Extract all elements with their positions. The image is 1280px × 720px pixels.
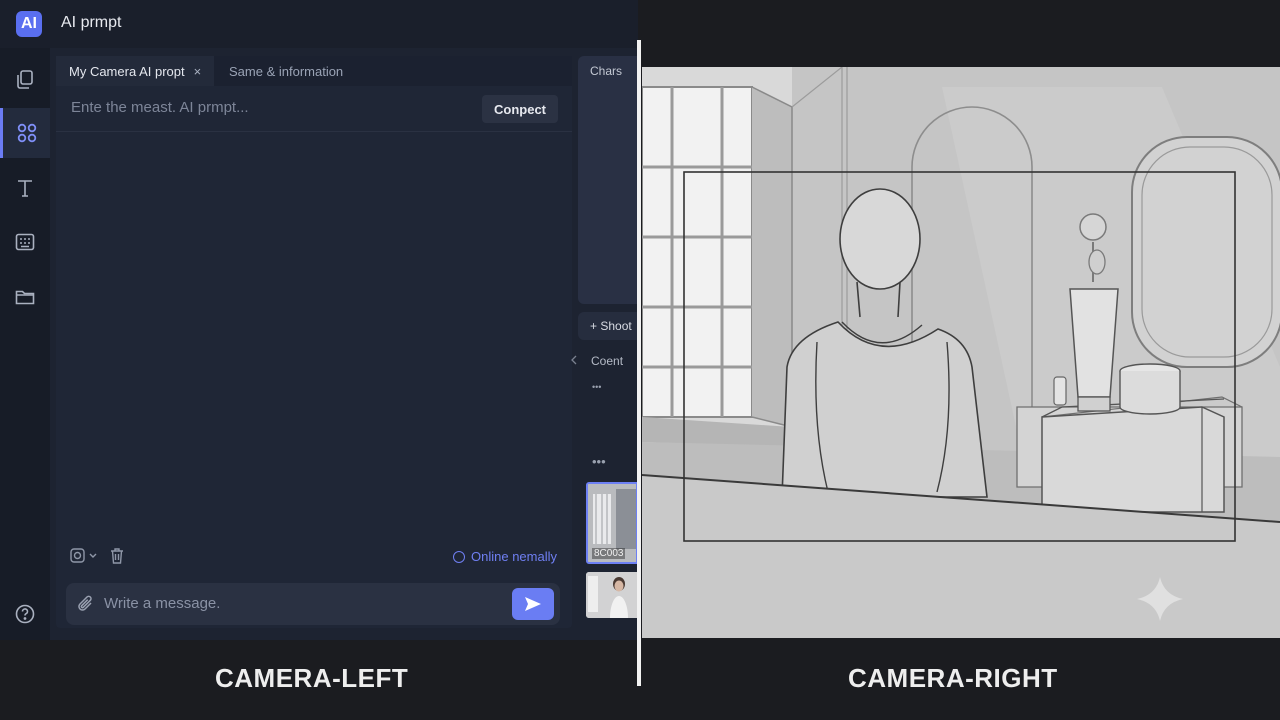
sidebar-item-copy[interactable] — [0, 54, 50, 104]
thumbnail-label: 8C003 — [592, 548, 626, 559]
shoot-button[interactable]: + Shoot — [578, 312, 638, 340]
chat-toolbar: Online nemally — [56, 541, 572, 571]
top-bar: AI AI prmpt — [0, 0, 638, 48]
sidebar-item-text[interactable] — [0, 163, 50, 213]
tab-label: Same & information — [229, 63, 344, 79]
close-icon[interactable]: × — [194, 64, 202, 79]
more-icon[interactable]: ••• — [592, 454, 606, 469]
app-logo: AI — [16, 11, 42, 37]
folder-icon — [15, 290, 35, 305]
sidebar-item-grid[interactable] — [0, 108, 50, 158]
connect-button[interactable]: Conpect — [482, 95, 558, 123]
sidebar — [0, 48, 50, 640]
text-icon — [18, 180, 32, 197]
prompt-row: Ente the meast. AI prmpt... Conpect — [56, 86, 572, 132]
send-icon — [525, 597, 541, 611]
sketch-illustration — [642, 67, 1280, 638]
app-window: AI AI prmpt My Camera AI propt × Same & … — [0, 0, 638, 640]
sketch-preview — [642, 67, 1280, 638]
online-status: Online nemally — [453, 549, 557, 564]
keyboard-icon — [15, 233, 35, 251]
more-icon[interactable]: ••• — [592, 382, 601, 392]
copy-icon — [17, 70, 33, 89]
thumbnail-image — [586, 572, 638, 618]
section-label: Coent — [591, 354, 624, 368]
help-icon — [15, 604, 35, 624]
prompt-input[interactable]: Ente the meast. AI prmpt... — [71, 99, 249, 116]
thumbnail[interactable] — [586, 572, 638, 618]
tab-my-camera[interactable]: My Camera AI propt × — [56, 56, 214, 86]
online-label: Online nemally — [471, 549, 557, 564]
split-divider — [637, 40, 641, 686]
tab-label: My Camera AI propt — [69, 63, 185, 79]
chars-panel: Chars — [578, 56, 638, 304]
message-composer[interactable]: Write a message. — [66, 583, 560, 625]
caption-camera-left: CAMERA-LEFT — [215, 663, 409, 693]
send-button[interactable] — [512, 588, 554, 620]
attach-icon[interactable] — [77, 594, 95, 614]
message-input[interactable]: Write a message. — [104, 595, 220, 612]
grid-icon — [17, 123, 36, 143]
status-ring-icon — [453, 550, 465, 563]
thumbnail-selected[interactable]: 8C003 — [586, 482, 638, 564]
caption-camera-right: CAMERA-RIGHT — [848, 663, 1058, 693]
trash-icon[interactable] — [109, 547, 125, 565]
help-button[interactable] — [0, 589, 50, 639]
sidebar-item-folder[interactable] — [0, 272, 50, 322]
sidebar-item-keyboard[interactable] — [0, 217, 50, 267]
tab-same-information[interactable]: Same & information — [229, 56, 379, 86]
right-panel: Chars + Shoot Coent ••• ••• 8C003 — [571, 56, 638, 628]
chevron-left-icon[interactable] — [571, 355, 577, 365]
chat-panel: My Camera AI propt × Same & information … — [56, 56, 572, 628]
chars-title: Chars — [590, 64, 623, 78]
app-title: AI prmpt — [61, 14, 122, 31]
split-screen-root: AI AI prmpt My Camera AI propt × Same & … — [0, 0, 1280, 720]
tab-bar: My Camera AI propt × Same & information — [56, 56, 572, 86]
emoji-dropdown-icon[interactable] — [70, 547, 100, 565]
